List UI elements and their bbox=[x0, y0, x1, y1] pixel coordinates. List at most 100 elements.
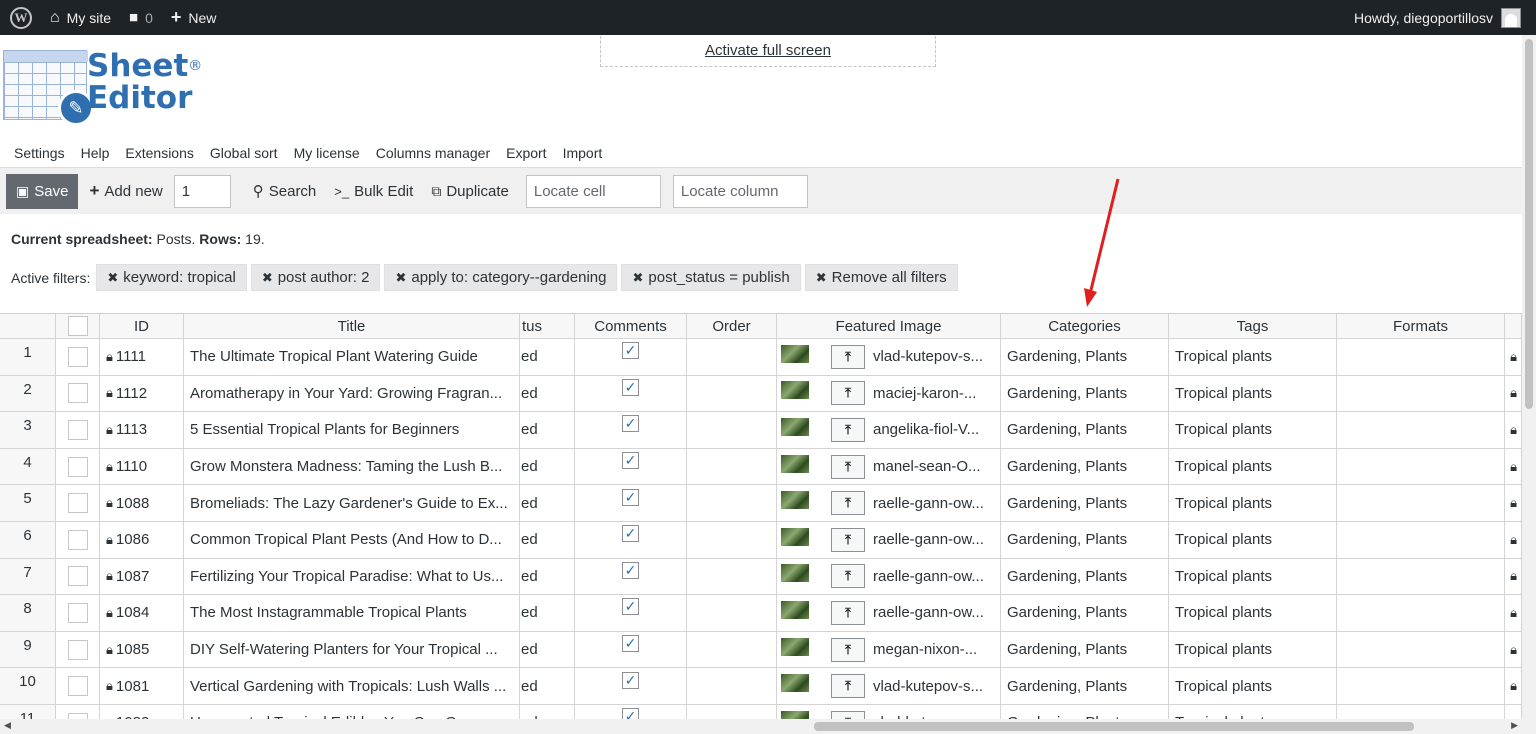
column-header-featured-image[interactable]: Featured Image bbox=[777, 313, 1001, 339]
featured-image-cell[interactable]: ⤒ angelika-fiol-V... bbox=[777, 412, 1001, 449]
id-cell[interactable]: 🔒︎ 1088 bbox=[100, 485, 184, 522]
id-cell[interactable]: 🔒︎ 1086 bbox=[100, 522, 184, 559]
order-cell[interactable] bbox=[687, 522, 777, 559]
tags-cell[interactable]: Tropical plants bbox=[1169, 485, 1337, 522]
row-checkbox[interactable] bbox=[67, 456, 88, 477]
id-cell[interactable]: 🔒︎1082 bbox=[100, 705, 184, 719]
upload-button[interactable]: ⤒ bbox=[831, 527, 865, 552]
search-button[interactable]: ⚲ Search bbox=[244, 182, 326, 201]
row-checkbox[interactable] bbox=[67, 419, 88, 440]
order-cell[interactable] bbox=[687, 448, 777, 486]
categories-cell[interactable]: Gardening, Plants bbox=[1001, 339, 1169, 376]
status-cell[interactable]: ed bbox=[520, 668, 575, 705]
row-checkbox[interactable] bbox=[67, 566, 88, 587]
remove-all-filters-button[interactable]: ✖ Remove all filters bbox=[804, 264, 958, 291]
menu-export[interactable]: Export bbox=[499, 142, 555, 167]
menu-columns-manager[interactable]: Columns manager bbox=[369, 142, 499, 167]
featured-image-cell[interactable]: ⤒vlad-kutepov-s... bbox=[777, 705, 1001, 719]
vertical-scrollbar[interactable] bbox=[1522, 35, 1536, 734]
featured-image-cell[interactable]: ⤒ raelle-gann-ow... bbox=[777, 522, 1001, 559]
comments-cell[interactable]: ✓ bbox=[575, 522, 687, 559]
formats-cell[interactable] bbox=[1337, 631, 1505, 669]
tags-cell[interactable]: Tropical plants bbox=[1169, 668, 1337, 705]
duplicate-button[interactable]: ⧉ Duplicate bbox=[422, 183, 518, 200]
wordpress-logo[interactable]: W bbox=[0, 0, 41, 35]
formats-cell[interactable] bbox=[1337, 412, 1505, 449]
featured-image-cell[interactable]: ⤒ raelle-gann-ow... bbox=[777, 595, 1001, 632]
featured-image-cell[interactable]: ⤒ maciej-karon-... bbox=[777, 375, 1001, 413]
horizontal-scrollbar[interactable]: ◀ ▶ bbox=[0, 719, 1522, 734]
horizontal-scroll-thumb[interactable] bbox=[814, 722, 1414, 731]
status-cell[interactable]: ed bbox=[520, 375, 575, 413]
comments-cell[interactable]: ✓ bbox=[575, 705, 687, 719]
comments-checkbox[interactable]: ✓ bbox=[622, 671, 639, 689]
row-checkbox[interactable] bbox=[67, 602, 88, 623]
comments-cell[interactable]: ✓ bbox=[575, 375, 687, 413]
title-cell[interactable]: Vertical Gardening with Tropicals: Lush … bbox=[184, 668, 520, 705]
id-cell[interactable]: 🔒︎ 1084 bbox=[100, 595, 184, 632]
comments-checkbox[interactable]: ✓ bbox=[622, 598, 639, 616]
title-cell[interactable]: Grow Monstera Madness: Taming the Lush B… bbox=[184, 448, 520, 486]
comments-checkbox[interactable]: ✓ bbox=[622, 708, 639, 719]
save-button[interactable]: ▣ Save bbox=[6, 173, 79, 209]
row-select-cell[interactable] bbox=[56, 375, 100, 413]
tags-cell[interactable]: Tropical plants bbox=[1169, 375, 1337, 413]
tags-cell[interactable]: Tropical plants bbox=[1169, 631, 1337, 669]
upload-button[interactable]: ⤒ bbox=[831, 344, 865, 369]
order-cell[interactable] bbox=[687, 339, 777, 376]
categories-cell[interactable]: Gardening, Plants bbox=[1001, 631, 1169, 669]
row-checkbox[interactable] bbox=[67, 493, 88, 514]
categories-cell[interactable]: Gardening, Plants bbox=[1001, 522, 1169, 559]
activate-full-screen-link[interactable]: Activate full screen bbox=[600, 36, 936, 67]
comments-checkbox[interactable]: ✓ bbox=[622, 525, 639, 543]
comments-checkbox[interactable]: ✓ bbox=[622, 415, 639, 433]
menu-help[interactable]: Help bbox=[74, 142, 119, 167]
comments-cell[interactable]: ✓ bbox=[575, 485, 687, 522]
featured-image-cell[interactable]: ⤒ megan-nixon-... bbox=[777, 631, 1001, 669]
upload-button[interactable]: ⤒ bbox=[831, 637, 865, 662]
select-all-checkbox[interactable] bbox=[67, 316, 88, 336]
new-content-link[interactable]: + New bbox=[162, 0, 226, 35]
featured-image-cell[interactable]: ⤒ manel-sean-O... bbox=[777, 448, 1001, 486]
row-select-cell[interactable] bbox=[56, 339, 100, 376]
categories-cell[interactable]: Gardening, Plants bbox=[1001, 448, 1169, 486]
row-select-cell[interactable] bbox=[56, 522, 100, 559]
filter-chip-author[interactable]: ✖ post author: 2 bbox=[250, 264, 381, 291]
status-cell[interactable]: ed bbox=[520, 705, 575, 719]
row-number[interactable]: 6 bbox=[0, 522, 56, 559]
row-checkbox[interactable] bbox=[67, 383, 88, 404]
categories-cell[interactable]: Gardening, Plants bbox=[1001, 668, 1169, 705]
menu-extensions[interactable]: Extensions bbox=[118, 142, 202, 167]
status-cell[interactable]: ed bbox=[520, 448, 575, 486]
upload-button[interactable]: ⤒ bbox=[831, 417, 865, 442]
formats-cell[interactable] bbox=[1337, 558, 1505, 596]
formats-cell[interactable] bbox=[1337, 595, 1505, 632]
tags-cell[interactable]: Tropical plants bbox=[1169, 705, 1337, 719]
id-cell[interactable]: 🔒︎ 1110 bbox=[100, 448, 184, 486]
locate-cell-input[interactable]: Locate cell bbox=[525, 174, 661, 208]
select-all-cell[interactable] bbox=[56, 313, 100, 339]
filter-chip-category[interactable]: ✖ apply to: category--gardening bbox=[384, 264, 618, 291]
column-header-formats[interactable]: Formats bbox=[1337, 313, 1505, 339]
order-cell[interactable] bbox=[687, 558, 777, 596]
formats-cell[interactable] bbox=[1337, 668, 1505, 705]
title-cell[interactable]: DIY Self-Watering Planters for Your Trop… bbox=[184, 631, 520, 669]
row-checkbox[interactable] bbox=[67, 346, 88, 367]
filter-chip-keyword[interactable]: ✖ keyword: tropical bbox=[96, 264, 247, 291]
row-number[interactable]: 9 bbox=[0, 631, 56, 669]
row-select-cell[interactable] bbox=[56, 595, 100, 632]
row-number[interactable]: 11 bbox=[0, 705, 56, 719]
featured-image-cell[interactable]: ⤒vlad-kutepov-s... bbox=[777, 668, 1001, 705]
row-checkbox[interactable] bbox=[67, 676, 88, 697]
column-header-title[interactable]: Title bbox=[184, 313, 520, 339]
title-cell[interactable]: Unexpected Tropical Edibles You Can Grow bbox=[184, 705, 520, 719]
status-cell[interactable]: ed bbox=[520, 339, 575, 376]
formats-cell[interactable] bbox=[1337, 448, 1505, 486]
id-cell[interactable]: 🔒︎ 1081 bbox=[100, 668, 184, 705]
upload-button[interactable]: ⤒ bbox=[831, 564, 865, 589]
order-cell[interactable] bbox=[687, 705, 777, 719]
row-number[interactable]: 3 bbox=[0, 412, 56, 449]
tags-cell[interactable]: Tropical plants bbox=[1169, 595, 1337, 632]
status-cell[interactable]: ed bbox=[520, 412, 575, 449]
add-new-count-input[interactable]: 1 bbox=[173, 174, 231, 208]
